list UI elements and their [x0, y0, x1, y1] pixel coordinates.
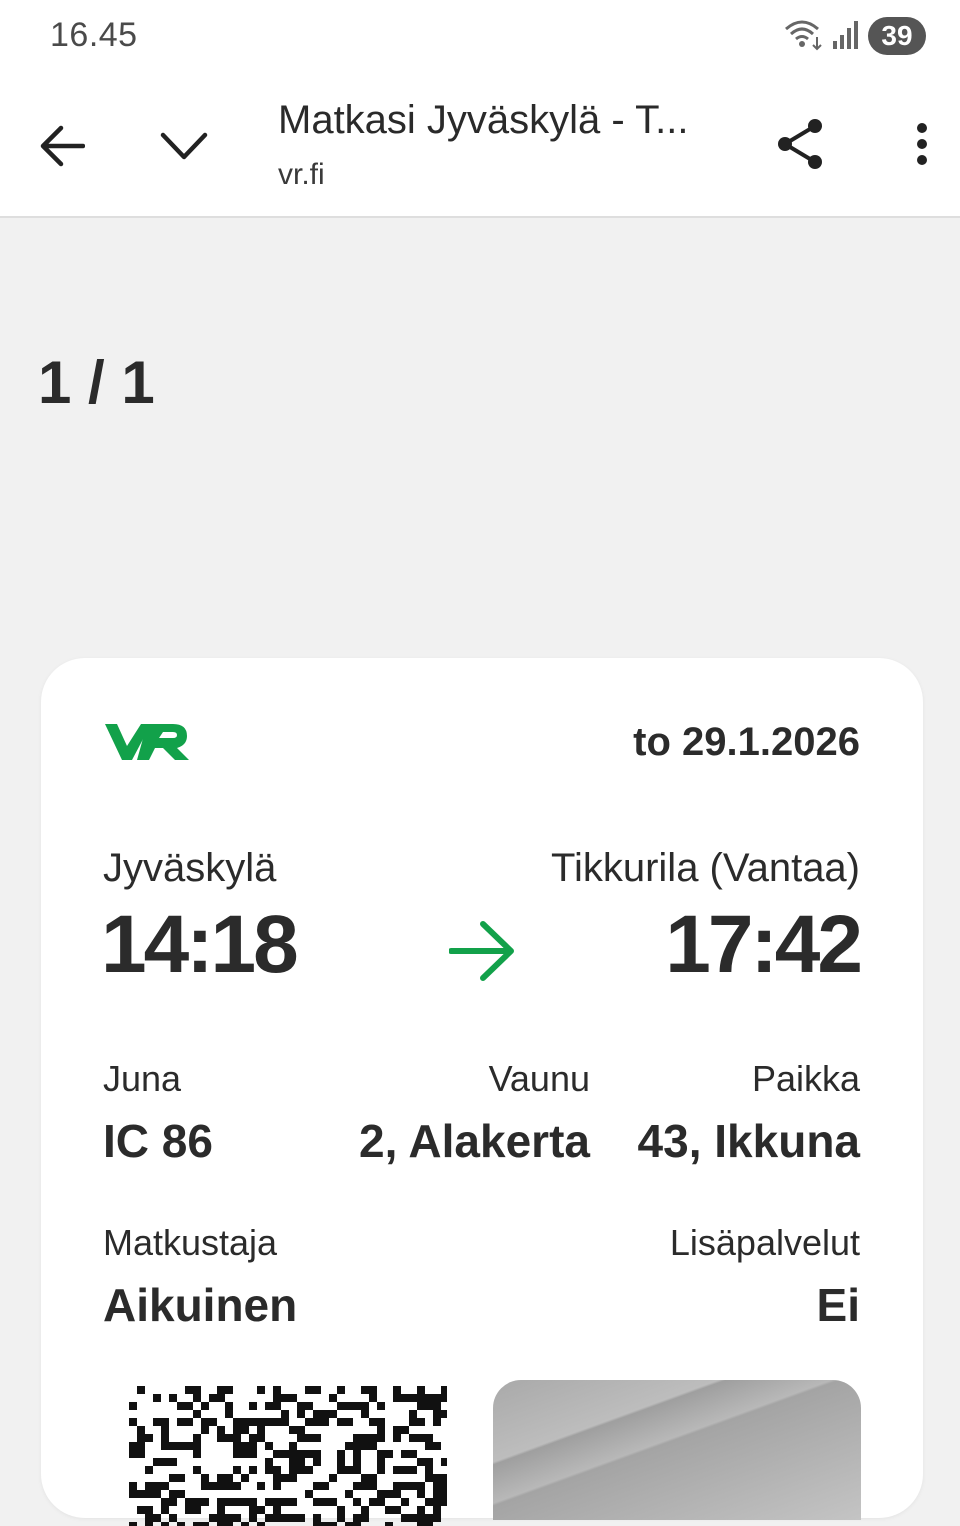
extras-label: Lisäpalvelut [669, 1222, 860, 1263]
share-icon [775, 118, 825, 175]
car-value: 2, Alakerta [359, 1115, 590, 1167]
departure-station: Jyväskylä [103, 846, 277, 890]
seat-value: 43, Ikkuna [637, 1115, 860, 1167]
back-arrow-icon [39, 124, 86, 173]
custom-tab-toolbar: Matkasi Jyväskylä - T... vr.fi [0, 76, 960, 218]
seat-label: Paikka [751, 1058, 860, 1099]
status-time: 16.45 [50, 16, 138, 54]
signal-icon [832, 19, 860, 54]
travel-date: to 29.1.2026 [633, 720, 860, 764]
share-button[interactable] [768, 114, 832, 178]
departure-time: 14:18 [101, 899, 299, 990]
ticket-qr-code [129, 1386, 447, 1526]
more-options-button[interactable] [892, 114, 952, 178]
wifi-icon [784, 17, 824, 56]
car-label: Vaunu [488, 1058, 590, 1099]
chevron-down-icon [160, 131, 208, 166]
ticket-image [493, 1380, 861, 1520]
arrow-right-icon [448, 920, 515, 987]
train-value: IC 86 [103, 1115, 213, 1167]
minimize-button[interactable] [152, 116, 216, 180]
status-icons: 39 [784, 16, 926, 56]
passenger-value: Aikuinen [103, 1279, 298, 1331]
more-vert-icon [915, 122, 929, 171]
arrival-time: 17:42 [665, 899, 863, 990]
passenger-label: Matkustaja [103, 1222, 278, 1263]
status-bar: 16.45 39 [0, 0, 960, 76]
extras-value: Ei [816, 1279, 860, 1331]
arrival-station: Tikkurila (Vantaa) [551, 846, 860, 890]
train-label: Juna [103, 1058, 182, 1099]
vr-logo [103, 722, 191, 767]
battery-icon: 39 [868, 17, 926, 55]
back-button[interactable] [30, 116, 94, 180]
page-counter: 1 / 1 [38, 349, 155, 416]
page-domain: vr.fi [278, 158, 325, 191]
ticket-card: to 29.1.2026 Jyväskylä Tikkurila (Vantaa… [41, 658, 923, 1526]
page-title: Matkasi Jyväskylä - T... [278, 98, 689, 142]
